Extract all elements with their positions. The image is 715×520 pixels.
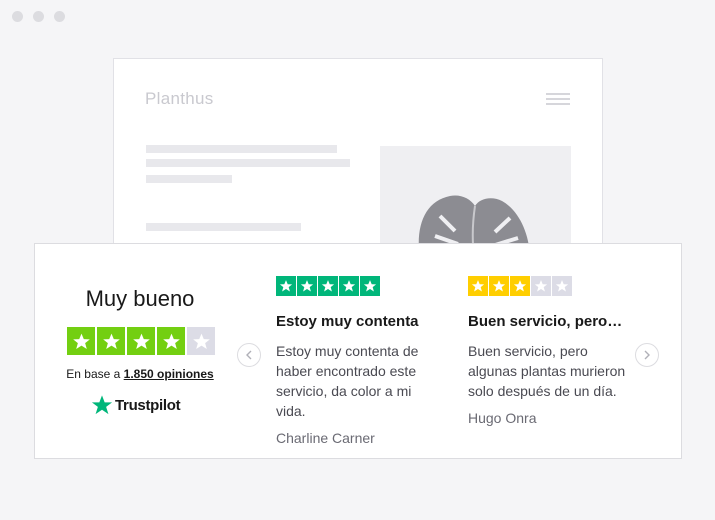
- window-dot-maximize[interactable]: [54, 11, 65, 22]
- review-author: Charline Carner: [276, 430, 375, 446]
- star-icon: [187, 327, 215, 355]
- star-icon: [489, 276, 509, 296]
- star-icon: [552, 276, 572, 296]
- star-icon: [67, 327, 95, 355]
- placeholder-line: [146, 159, 350, 167]
- chevron-right-icon: [644, 350, 650, 360]
- summary-stars: [67, 327, 215, 355]
- star-icon: [318, 276, 338, 296]
- trustpilot-star-icon: [91, 395, 113, 415]
- star-icon: [339, 276, 359, 296]
- carousel-next-button[interactable]: [635, 343, 659, 367]
- rating-summary: Muy bueno En base a 1.850 opiniones Trus…: [35, 244, 245, 458]
- based-on-prefix: En base a: [66, 367, 124, 381]
- star-icon: [276, 276, 296, 296]
- rating-label: Muy bueno: [85, 286, 195, 311]
- based-on-text: En base a 1.850 opiniones: [35, 367, 245, 381]
- star-icon: [531, 276, 551, 296]
- placeholder-line: [146, 145, 337, 153]
- star-icon: [127, 327, 155, 355]
- star-icon: [468, 276, 488, 296]
- star-icon: [360, 276, 380, 296]
- review-body: Buen servicio, pero algunas plantas muri…: [468, 343, 626, 399]
- review-stars: [468, 276, 633, 296]
- review-title: Buen servicio, pero…: [468, 313, 623, 330]
- window-controls: [12, 11, 65, 22]
- review-card[interactable]: Estoy muy contenta Estoy muy contenta de…: [276, 276, 441, 446]
- review-body: Estoy muy contenta de haber encontrado e…: [276, 343, 419, 419]
- review-author: Hugo Onra: [468, 410, 537, 426]
- star-icon: [510, 276, 530, 296]
- mock-website: Planthus: [113, 58, 603, 259]
- placeholder-line: [146, 175, 232, 183]
- star-icon: [157, 327, 185, 355]
- window-dot-close[interactable]: [12, 11, 23, 22]
- review-count-link[interactable]: 1.850 opiniones: [124, 367, 214, 381]
- trustpilot-widget: Muy bueno En base a 1.850 opiniones Trus…: [34, 243, 682, 459]
- star-icon: [297, 276, 317, 296]
- review-card[interactable]: Buen servicio, pero… Buen servicio, pero…: [468, 276, 633, 426]
- carousel-prev-button[interactable]: [237, 343, 261, 367]
- window-dot-minimize[interactable]: [33, 11, 44, 22]
- review-title: Estoy muy contenta: [276, 313, 419, 330]
- placeholder-line: [146, 223, 301, 231]
- trustpilot-logo[interactable]: Trustpilot: [91, 394, 181, 416]
- mock-site-logo: Planthus: [145, 89, 214, 108]
- review-stars: [276, 276, 441, 296]
- hamburger-menu-icon[interactable]: [546, 93, 570, 108]
- trustpilot-brand: Trustpilot: [115, 396, 181, 414]
- star-icon: [97, 327, 125, 355]
- chevron-left-icon: [246, 350, 252, 360]
